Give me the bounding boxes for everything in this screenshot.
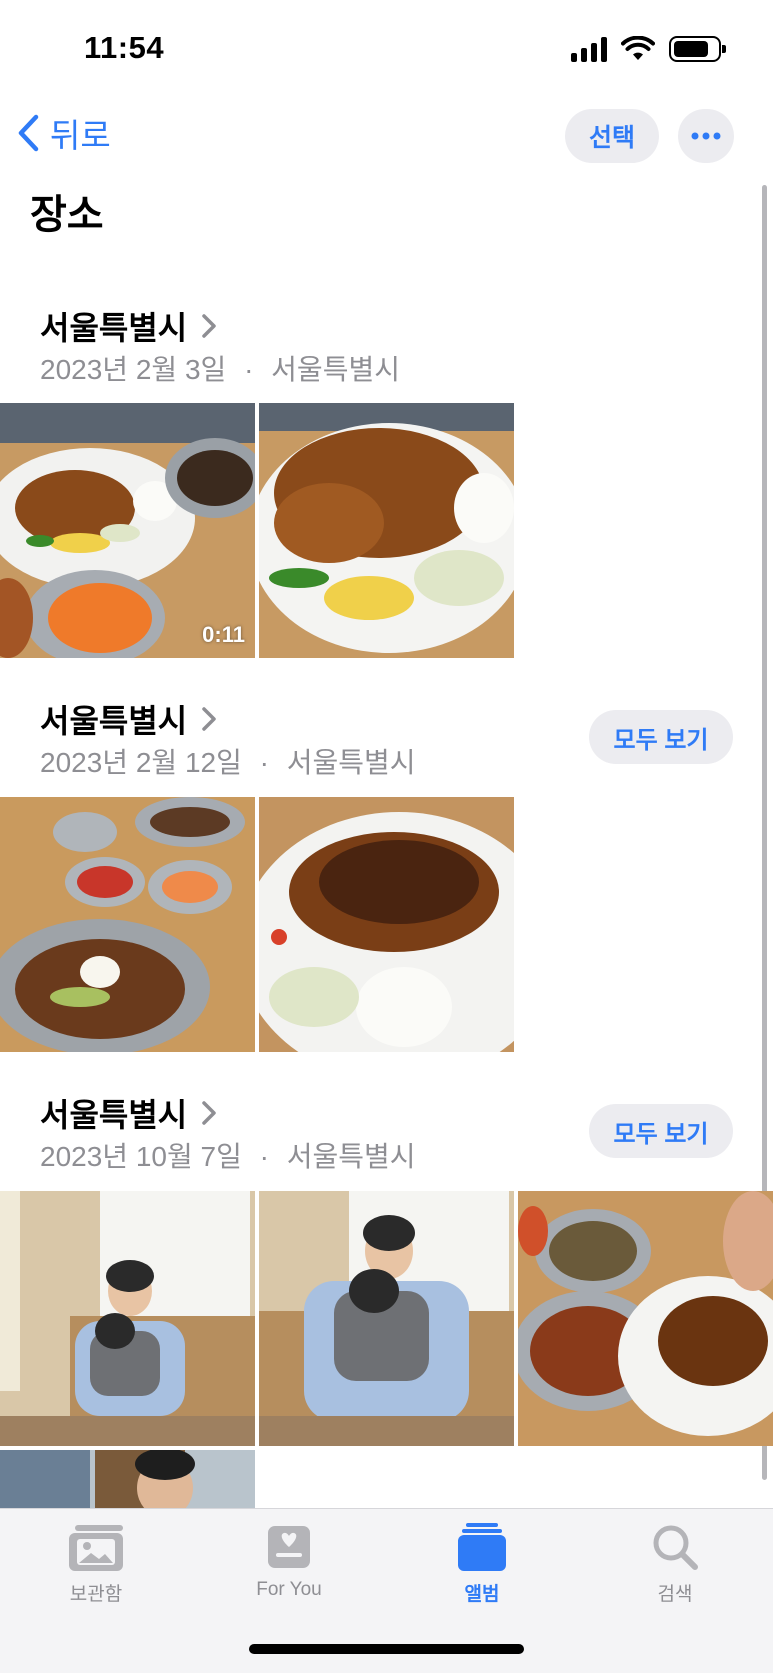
section-subtitle: 2023년 2월 3일 · 서울특별시 — [40, 348, 400, 388]
section-subtitle: 2023년 2월 12일 · 서울특별시 — [40, 741, 416, 781]
home-indicator[interactable] — [249, 1644, 524, 1654]
more-options-button[interactable] — [678, 109, 734, 163]
navigation-bar: 뒤로 선택 — [0, 105, 773, 165]
photo-thumbnail[interactable] — [259, 403, 514, 658]
tab-library[interactable]: 보관함 — [31, 1523, 161, 1606]
chevron-left-icon — [18, 114, 39, 152]
section-location: 서울특별시 — [286, 1141, 416, 1172]
tab-albums[interactable]: 앨범 — [417, 1523, 547, 1606]
tab-label: 보관함 — [69, 1584, 123, 1605]
section-title-label: 서울특별시 — [40, 703, 188, 739]
tab-label: For You — [256, 1579, 322, 1600]
status-time: 11:54 — [84, 30, 165, 65]
photo-thumbnail[interactable] — [259, 797, 514, 1052]
chevron-right-icon — [202, 1101, 216, 1125]
section-title-label: 서울특별시 — [40, 1097, 188, 1133]
tab-label: 앨범 — [464, 1584, 500, 1605]
tab-search[interactable]: 검색 — [610, 1523, 740, 1606]
cellular-signal-icon — [571, 36, 607, 62]
photo-thumbnail[interactable] — [518, 1191, 773, 1446]
albums-icon — [458, 1523, 506, 1571]
tab-label: 검색 — [657, 1584, 693, 1605]
separator-dot: · — [259, 1141, 269, 1172]
tab-for-you[interactable]: For You — [224, 1523, 354, 1601]
section-title[interactable]: 서울특별시 — [40, 303, 217, 349]
photo-thumbnail[interactable] — [0, 1191, 255, 1446]
separator-dot: · — [244, 354, 254, 385]
select-button[interactable]: 선택 — [565, 109, 659, 163]
photo-thumbnail[interactable] — [0, 797, 255, 1052]
status-icons — [571, 36, 726, 62]
status-bar: 11:54 — [0, 0, 773, 100]
ellipsis-icon — [691, 132, 721, 140]
section-location: 서울특별시 — [286, 747, 416, 778]
photos-library-icon — [69, 1525, 123, 1571]
section-date: 2023년 2월 12일 — [40, 747, 242, 778]
photo-thumbnail[interactable] — [0, 1450, 255, 1508]
for-you-icon — [268, 1526, 310, 1568]
back-button[interactable]: 뒤로 — [16, 109, 111, 157]
section-date: 2023년 2월 3일 — [40, 354, 227, 385]
photo-thumbnail[interactable]: 0:11 — [0, 403, 255, 658]
photo-thumbnail[interactable] — [259, 1191, 514, 1446]
wifi-icon — [621, 36, 655, 60]
section-title[interactable]: 서울특별시 — [40, 1090, 217, 1136]
section-date: 2023년 10월 7일 — [40, 1141, 242, 1172]
page-title: 장소 — [30, 193, 104, 237]
back-button-label: 뒤로 — [50, 117, 111, 154]
section-title[interactable]: 서울특별시 — [40, 696, 217, 742]
separator-dot: · — [259, 747, 269, 778]
search-icon — [653, 1525, 698, 1570]
section-subtitle: 2023년 10월 7일 · 서울특별시 — [40, 1135, 416, 1175]
see-all-button[interactable]: 모두 보기 — [589, 710, 733, 764]
section-location: 서울특별시 — [271, 354, 400, 385]
chevron-right-icon — [202, 314, 216, 338]
video-duration: 0:11 — [202, 622, 245, 647]
battery-icon — [669, 36, 726, 62]
see-all-button[interactable]: 모두 보기 — [589, 1104, 733, 1158]
chevron-right-icon — [202, 707, 216, 731]
section-title-label: 서울특별시 — [40, 310, 188, 346]
